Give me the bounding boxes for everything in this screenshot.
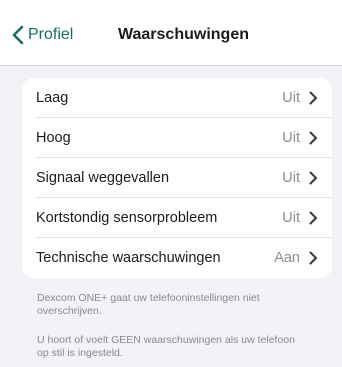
alerts-list: Laag Uit Hoog Uit Signaal weggevallen Ui…: [22, 78, 332, 278]
chevron-right-icon: [309, 91, 318, 110]
alert-label: Kortstondig sensorprobleem: [36, 210, 218, 226]
alert-row-hoog[interactable]: Hoog Uit: [22, 118, 332, 158]
alert-label: Hoog: [36, 130, 71, 146]
alert-status: Uit: [282, 170, 300, 186]
footer-note-silent: U hoort of voelt GEEN waarschuwingen als…: [37, 334, 295, 359]
alert-status: Uit: [282, 130, 300, 146]
chevron-right-icon: [309, 171, 318, 190]
chevron-right-icon: [309, 131, 318, 150]
navigation-bar: Profiel Waarschuwingen: [0, 0, 342, 66]
alert-label: Signaal weggevallen: [36, 170, 170, 186]
footer-note-settings: Dexcom ONE+ gaat uw telefooninstellingen…: [37, 292, 260, 317]
alert-status: Aan: [274, 250, 300, 266]
alert-status: Uit: [282, 210, 300, 226]
chevron-right-icon: [309, 211, 318, 230]
alert-row-laag[interactable]: Laag Uit: [22, 78, 332, 118]
alert-label: Technische waarschuwingen: [36, 250, 221, 266]
chevron-left-icon: [12, 25, 24, 45]
page-title: Waarschuwingen: [118, 26, 249, 43]
back-button[interactable]: Profiel: [12, 23, 73, 47]
alert-label: Laag: [36, 90, 69, 106]
back-button-label: Profiel: [28, 26, 74, 43]
alert-row-signaal-weggevallen[interactable]: Signaal weggevallen Uit: [22, 158, 332, 198]
alerts-screen: Profiel Waarschuwingen Laag Uit Hoog Uit…: [0, 0, 342, 367]
chevron-right-icon: [309, 251, 318, 270]
alert-row-kortstondig-sensorprobleem[interactable]: Kortstondig sensorprobleem Uit: [22, 198, 332, 238]
alert-status: Uit: [282, 90, 300, 106]
alert-row-technische-waarschuwingen[interactable]: Technische waarschuwingen Aan: [22, 238, 332, 278]
